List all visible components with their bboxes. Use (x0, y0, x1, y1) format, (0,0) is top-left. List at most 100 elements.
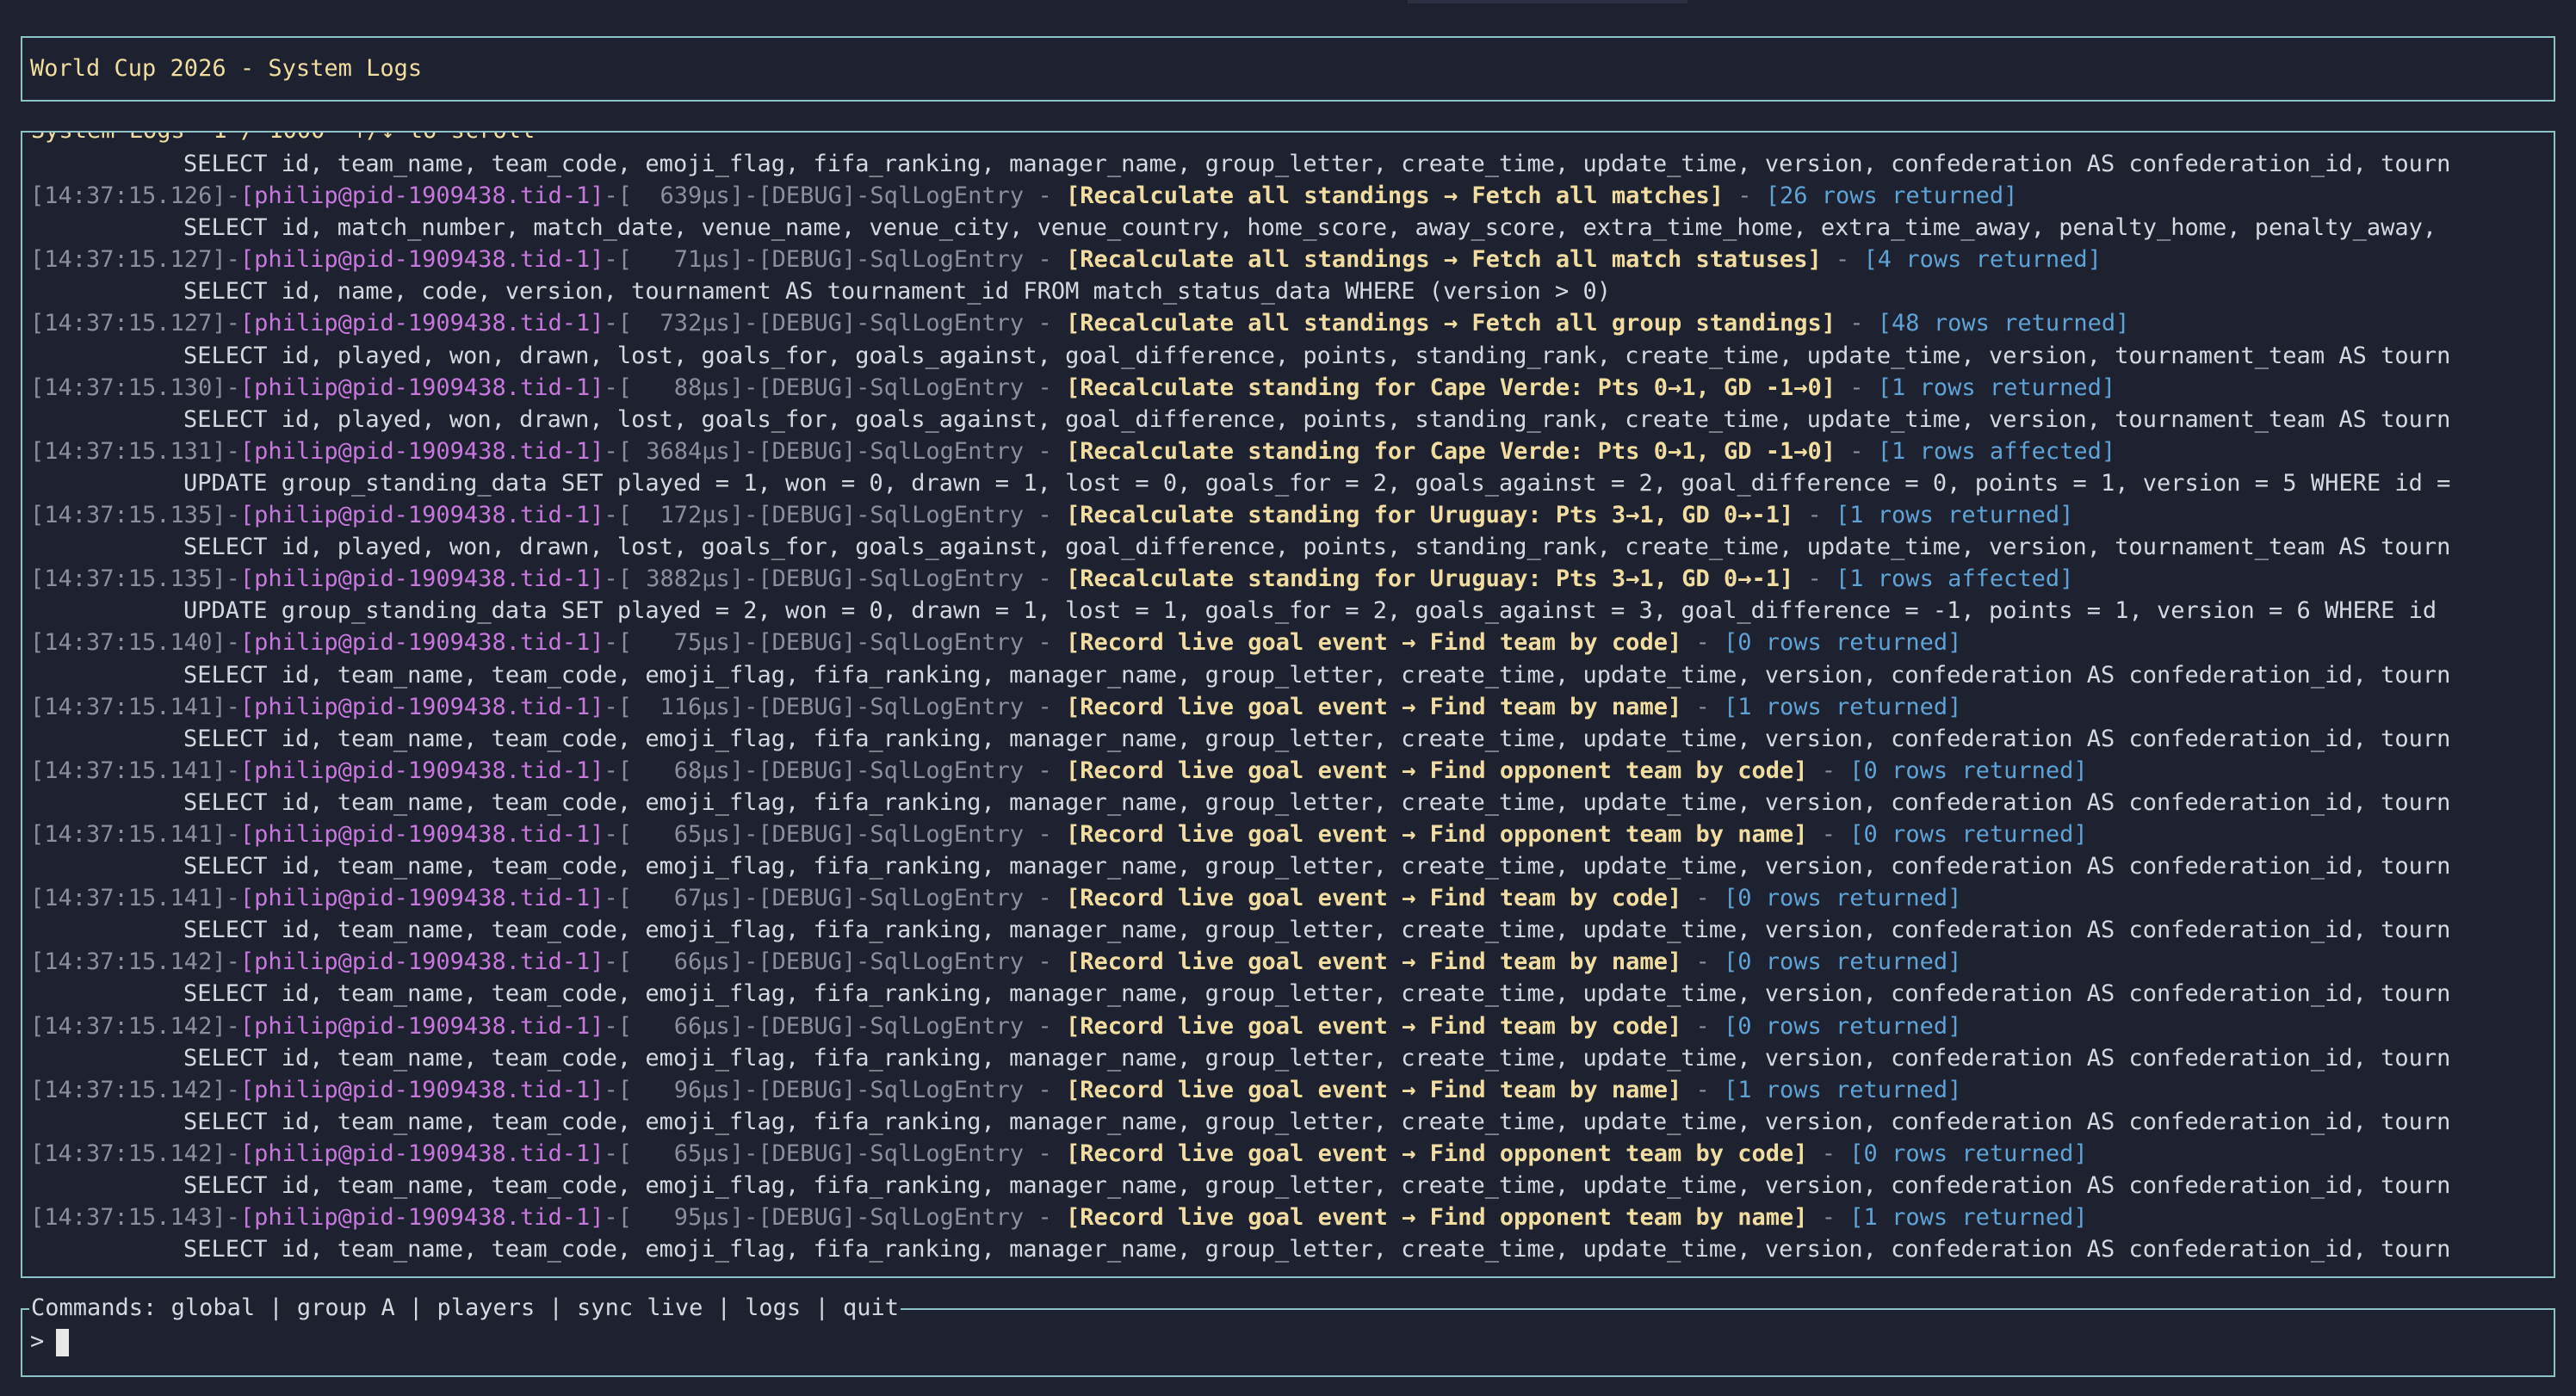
app-title: World Cup 2026 - System Logs (30, 55, 423, 82)
separator: - (744, 885, 759, 912)
log-user: [philip@pid-1909438.tid-1] (239, 565, 604, 593)
separator: - (744, 693, 759, 720)
sql-text: SELECT id, played, won, drawn, lost, goa… (183, 534, 2451, 561)
log-level: [DEBUG]-SqlLogEntry (758, 820, 1025, 848)
separator: - (1793, 502, 1836, 529)
log-user: [philip@pid-1909438.tid-1] (239, 629, 604, 657)
log-user: [philip@pid-1909438.tid-1] (239, 885, 604, 912)
log-message: [Recalculate standing for Uruguay: Pts 3… (1065, 565, 1794, 593)
log-message: [Record live goal event → Find opponent … (1065, 820, 1808, 848)
separator: - (1681, 629, 1724, 657)
separator: - (744, 1076, 759, 1103)
cursor (56, 1328, 70, 1356)
log-duration: [ 3882µs] (617, 565, 745, 593)
separator: - (1024, 310, 1066, 337)
log-timestamp: [14:37:15.135] (30, 502, 226, 529)
log-entry: [14:37:15.142]-[philip@pid-1909438.tid-1… (30, 1138, 2548, 1170)
sql-text: SELECT id, team_name, team_code, emoji_f… (183, 1172, 2451, 1199)
command-separator: | (255, 1294, 297, 1321)
log-user: [philip@pid-1909438.tid-1] (239, 757, 604, 784)
log-message: [Recalculate all standings → Fetch all g… (1065, 310, 1836, 337)
log-timestamp: [14:37:15.127] (30, 246, 226, 274)
log-duration: [ 75µs] (617, 629, 745, 657)
command-group-a[interactable]: group A (297, 1294, 395, 1321)
sql-line: SELECT id, played, won, drawn, lost, goa… (30, 404, 2548, 435)
log-user: [philip@pid-1909438.tid-1] (239, 374, 604, 401)
separator: - (604, 502, 618, 529)
separator: - (1807, 1204, 1850, 1232)
scroll-hint: ↑/↓ to scroll (353, 133, 535, 144)
separator: - (1836, 374, 1878, 401)
log-result: [4 rows returned] (1863, 246, 2102, 274)
sql-line: SELECT id, team_name, team_code, emoji_f… (30, 978, 2548, 1010)
log-timestamp: [14:37:15.127] (30, 310, 226, 337)
separator: - (744, 948, 759, 976)
sql-text: SELECT id, match_number, match_date, ven… (183, 214, 2437, 242)
separator: - (226, 310, 240, 337)
log-duration: [ 116µs] (617, 693, 745, 720)
log-user: [philip@pid-1909438.tid-1] (239, 182, 604, 210)
log-entry: [14:37:15.140]-[philip@pid-1909438.tid-1… (30, 627, 2548, 658)
separator: - (1836, 437, 1878, 465)
command-prompt[interactable]: > (30, 1327, 70, 1356)
log-duration: [ 65µs] (617, 1140, 745, 1167)
separator: - (604, 565, 618, 593)
log-duration: [ 732µs] (617, 310, 745, 337)
log-entry: [14:37:15.142]-[philip@pid-1909438.tid-1… (30, 1010, 2548, 1042)
log-result: [1 rows returned] (1724, 1076, 1962, 1103)
log-timestamp: [14:37:15.131] (30, 437, 226, 465)
command-sync-live[interactable]: sync live (577, 1294, 703, 1321)
log-duration: [ 96µs] (617, 1076, 745, 1103)
log-timestamp: [14:37:15.135] (30, 565, 226, 593)
separator: - (226, 757, 240, 784)
log-message: [Record live goal event → Find team by c… (1065, 629, 1682, 657)
log-level: [DEBUG]-SqlLogEntry (758, 693, 1025, 720)
log-message: [Record live goal event → Find opponent … (1065, 1204, 1808, 1232)
log-duration: [ 67µs] (617, 885, 745, 912)
log-user: [philip@pid-1909438.tid-1] (239, 948, 604, 976)
separator: - (744, 182, 759, 210)
log-level: [DEBUG]-SqlLogEntry (758, 629, 1025, 657)
separator: - (1836, 310, 1878, 337)
command-players[interactable]: players (437, 1294, 535, 1321)
log-duration: [ 66µs] (617, 948, 745, 976)
command-separator: | (703, 1294, 746, 1321)
separator: - (1024, 1012, 1066, 1040)
command-global[interactable]: global (171, 1294, 256, 1321)
separator: - (1807, 1140, 1850, 1167)
separator: - (744, 820, 759, 848)
sql-text: SELECT id, team_name, team_code, emoji_f… (183, 1236, 2451, 1263)
system-logs-panel[interactable]: System Logs 1 / 1000 ↑/↓ to scroll SELEC… (21, 131, 2555, 1278)
command-logs[interactable]: logs (745, 1294, 801, 1321)
log-result: [1 rows returned] (1849, 1204, 2088, 1232)
command-panel: Commands: global | group A | players | s… (21, 1294, 2555, 1377)
log-message: [Record live goal event → Find opponent … (1065, 757, 1808, 784)
log-timestamp: [14:37:15.142] (30, 1140, 226, 1167)
log-entry: [14:37:15.127]-[philip@pid-1909438.tid-1… (30, 244, 2548, 275)
separator: - (604, 437, 618, 465)
sql-text: UPDATE group_standing_data SET played = … (183, 469, 2451, 497)
separator: - (744, 310, 759, 337)
log-timestamp: [14:37:15.141] (30, 885, 226, 912)
sql-line: SELECT id, team_name, team_code, emoji_f… (30, 1106, 2548, 1138)
logs-panel-title: System Logs 1 / 1000 ↑/↓ to scroll (29, 133, 537, 145)
separator: - (1024, 182, 1066, 210)
logs-position: 1 / 1000 (213, 133, 325, 144)
log-level: [DEBUG]-SqlLogEntry (758, 182, 1025, 210)
separator: - (744, 1140, 759, 1167)
separator: - (744, 502, 759, 529)
log-timestamp: [14:37:15.143] (30, 1204, 226, 1232)
command-quit[interactable]: quit (843, 1294, 899, 1321)
log-timestamp: [14:37:15.142] (30, 948, 226, 976)
separator: - (1024, 374, 1066, 401)
separator: - (226, 948, 240, 976)
separator: - (1681, 885, 1724, 912)
log-level: [DEBUG]-SqlLogEntry (758, 310, 1025, 337)
command-separator: | (394, 1294, 437, 1321)
separator: - (604, 1076, 618, 1103)
separator: - (604, 757, 618, 784)
separator: - (744, 246, 759, 274)
separator: - (1681, 948, 1724, 976)
log-level: [DEBUG]-SqlLogEntry (758, 1012, 1025, 1040)
log-level: [DEBUG]-SqlLogEntry (758, 1204, 1025, 1232)
